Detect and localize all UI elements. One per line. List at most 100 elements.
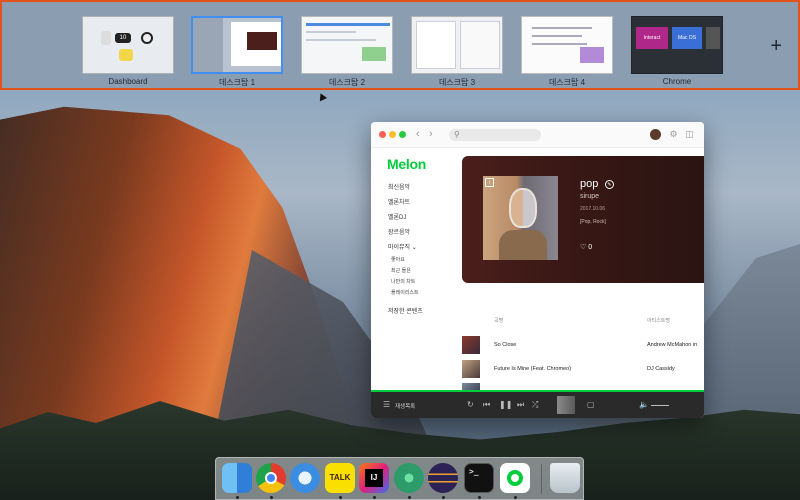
- lyrics-icon[interactable]: ▢: [587, 400, 595, 410]
- settings-gear-icon[interactable]: ⚙: [668, 129, 679, 140]
- mini-player-icon[interactable]: ◫: [684, 129, 695, 140]
- space-label: 데스크탑 1: [218, 78, 256, 87]
- running-indicator: [236, 496, 239, 499]
- running-indicator: [478, 496, 481, 499]
- space-label: Dashboard: [108, 77, 148, 86]
- like-button[interactable]: ♡ 0: [580, 243, 592, 251]
- space-desktop-1[interactable]: 데스크탑 1: [189, 16, 285, 90]
- sidebar-item-genre[interactable]: 장르음악: [388, 227, 410, 236]
- next-track-icon[interactable]: ⏭: [517, 400, 524, 410]
- sidebar-subitem-recent[interactable]: 최근 들은: [391, 267, 411, 274]
- calculator-widget-icon: [101, 31, 111, 45]
- space-desktop-2[interactable]: 데스크탑 2: [299, 16, 395, 90]
- sidebar-item-saved[interactable]: 저장한 콘텐츠: [388, 306, 423, 315]
- back-arrow-icon[interactable]: ‹: [416, 128, 420, 140]
- space-label: 데스크탑 3: [438, 78, 476, 87]
- now-playing-cover[interactable]: [557, 396, 575, 414]
- running-indicator: [373, 496, 376, 499]
- sidebar-subitem-playlist[interactable]: 플레이리스트: [391, 289, 419, 296]
- sidebar-item-dj[interactable]: 멜론DJ: [388, 212, 406, 221]
- space-label: 데스크탑 2: [328, 78, 366, 87]
- kakaotalk-icon[interactable]: TALK: [325, 463, 355, 493]
- search-icon: ⚲: [454, 130, 460, 139]
- album-artist[interactable]: sirupe: [580, 193, 599, 200]
- forward-arrow-icon[interactable]: ›: [429, 128, 433, 140]
- add-space-button[interactable]: +: [770, 36, 782, 56]
- space-thumbnail: 10: [82, 16, 174, 74]
- sidebar-item-chart[interactable]: 멜론차트: [388, 197, 410, 206]
- running-indicator: [339, 496, 342, 499]
- space-thumbnail: [191, 16, 283, 74]
- sidebar-item-latest[interactable]: 최신음악: [388, 182, 410, 191]
- track-thumbnail: [462, 360, 480, 378]
- space-dashboard[interactable]: 10 Dashboard: [80, 16, 176, 90]
- safari-icon[interactable]: [290, 463, 320, 493]
- share-icon[interactable]: ↑: [485, 178, 494, 187]
- sidebar: Melon 최신음악 멜론차트 멜론DJ 장르음악 마이뮤직 ⌄ 좋아요 최근 …: [371, 148, 461, 392]
- running-indicator: [408, 496, 411, 499]
- column-header-artist: 아티스트명: [647, 318, 671, 324]
- album-card: ↑ pop ✎ sirupe 2017.10.06 [Pop, Rock] ♡ …: [462, 156, 704, 283]
- search-input[interactable]: ⚲: [449, 129, 541, 141]
- terminal-icon[interactable]: >_: [464, 463, 494, 493]
- volume-slider[interactable]: [651, 405, 669, 406]
- space-thumbnail: Interact Mac OS: [631, 16, 723, 74]
- track-row[interactable]: Future Is Mine (Feat. Chromeo) DJ Cassid…: [462, 360, 704, 378]
- playlist-label[interactable]: 재생목록: [395, 402, 415, 410]
- edit-icon[interactable]: ✎: [605, 180, 614, 189]
- melon-window: ‹ › ⚲ ⚙ ◫ Melon 최신음악 멜론차트 멜론DJ 장르음악 마이뮤직…: [371, 122, 704, 418]
- running-indicator: [270, 496, 273, 499]
- calendar-widget-icon: 10: [115, 33, 131, 43]
- finder-icon[interactable]: [222, 463, 252, 493]
- track-title: So Close: [494, 342, 517, 348]
- running-indicator: [514, 496, 517, 499]
- pause-icon[interactable]: ❚❚: [499, 400, 512, 410]
- column-header-title: 곡명: [494, 318, 504, 324]
- sidebar-subitem-mychart[interactable]: 나만의 차트: [391, 278, 415, 285]
- player-bar: ☰ 재생목록 ↻ ⏮ ❚❚ ⏭ ⤮ ▢ 🔈: [371, 392, 704, 418]
- space-desktop-3[interactable]: 데스크탑 3: [409, 16, 505, 90]
- eclipse-icon[interactable]: [428, 463, 458, 493]
- chrome-icon[interactable]: [256, 463, 286, 493]
- album-title: pop: [580, 178, 599, 190]
- intellij-icon[interactable]: IJ: [359, 463, 389, 493]
- space-label: Chrome: [662, 77, 692, 86]
- space-label: 데스크탑 4: [548, 78, 586, 87]
- clock-widget-icon: [141, 32, 153, 44]
- dock-separator: [541, 464, 542, 494]
- mission-control-spaces-bar: 10 Dashboard 데스크탑 1 데스크탑 2 데스크탑 3 데스크탑 4…: [0, 0, 800, 90]
- album-cover[interactable]: [483, 176, 558, 260]
- zoom-window-button[interactable]: [399, 131, 406, 138]
- trash-icon[interactable]: [550, 463, 580, 493]
- space-thumbnail: [411, 16, 503, 74]
- track-artist: DJ Cassidy: [647, 366, 675, 372]
- sidebar-subitem-likes[interactable]: 좋아요: [391, 256, 405, 263]
- window-titlebar[interactable]: ‹ › ⚲ ⚙ ◫: [371, 122, 704, 148]
- space-desktop-4[interactable]: 데스크탑 4: [519, 16, 615, 90]
- track-thumbnail: [462, 336, 480, 354]
- space-chrome[interactable]: Interact Mac OS Chrome: [629, 16, 725, 90]
- stickies-widget-icon: [119, 49, 133, 61]
- track-artist: Andrew McMahon in: [647, 342, 698, 348]
- track-thumbnail: [462, 383, 480, 390]
- shuffle-icon[interactable]: ⤮: [532, 400, 538, 410]
- track-title: Future Is Mine (Feat. Chromeo): [494, 366, 572, 372]
- user-avatar[interactable]: [650, 129, 661, 140]
- atom-icon[interactable]: [394, 463, 424, 493]
- space-thumbnail: [521, 16, 613, 74]
- close-window-button[interactable]: [379, 131, 386, 138]
- album-genre: [Pop, Rock]: [580, 219, 606, 225]
- sidebar-item-mymusic[interactable]: 마이뮤직 ⌄: [388, 242, 417, 251]
- dock: TALK IJ >_: [215, 457, 584, 500]
- melon-logo[interactable]: Melon: [387, 156, 426, 172]
- volume-icon[interactable]: 🔈: [639, 400, 649, 410]
- track-row[interactable]: [462, 383, 704, 390]
- space-thumbnail: [301, 16, 393, 74]
- playlist-icon[interactable]: ☰: [383, 400, 390, 410]
- melon-icon[interactable]: [500, 463, 530, 493]
- minimize-window-button[interactable]: [389, 131, 396, 138]
- track-row[interactable]: So Close Andrew McMahon in: [462, 336, 704, 354]
- previous-track-icon[interactable]: ⏮: [483, 400, 490, 410]
- repeat-icon[interactable]: ↻: [467, 400, 474, 410]
- running-indicator: [442, 496, 445, 499]
